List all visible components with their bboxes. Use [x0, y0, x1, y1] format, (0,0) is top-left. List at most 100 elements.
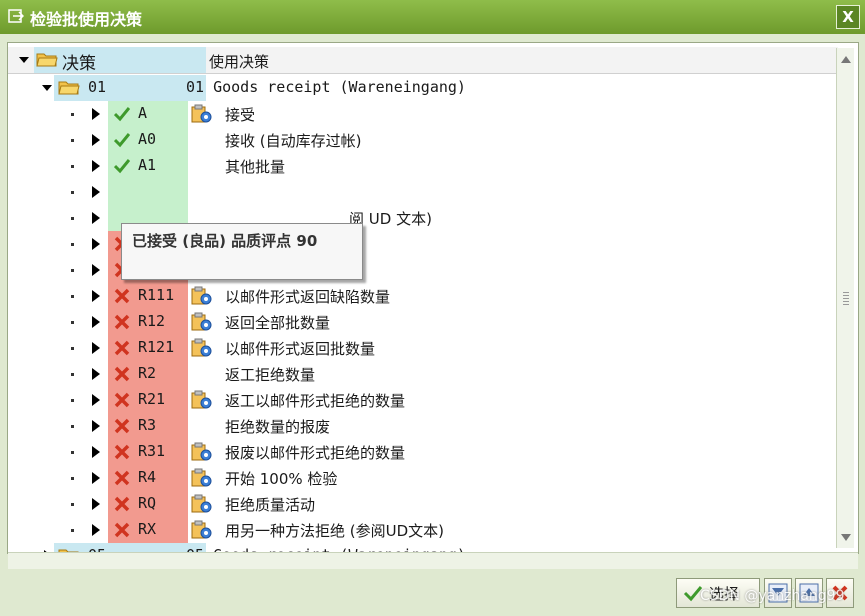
decision-row[interactable]: RQ 拒绝质量活动	[8, 491, 838, 517]
decision-code: A	[138, 104, 148, 122]
expand-icon[interactable]	[92, 212, 100, 224]
decision-row[interactable]: R2 返工拒绝数量	[8, 361, 838, 387]
tree-leaf-dot	[71, 347, 74, 350]
decision-row[interactable]: R121 以邮件形式返回批数量	[8, 335, 838, 361]
expand-icon[interactable]	[92, 316, 100, 328]
decision-row[interactable]: R3 拒绝数量的报废	[8, 413, 838, 439]
checkmark-icon	[114, 159, 130, 174]
tree-leaf-dot	[71, 139, 74, 142]
decision-text: 返工拒绝数量	[225, 366, 316, 384]
follow-up-action-icon	[191, 286, 212, 305]
decision-row[interactable]: RX 用另一种方法拒绝 (参阅UD文本)	[8, 517, 838, 543]
decision-text: 返回全部批数量	[225, 314, 331, 332]
scroll-down-icon[interactable]	[841, 534, 851, 541]
decision-text: 开始 100% 检验	[225, 470, 338, 488]
expand-icon[interactable]	[92, 160, 100, 172]
expand-icon[interactable]	[92, 472, 100, 484]
expand-icon[interactable]	[92, 134, 100, 146]
follow-up-action-icon	[191, 390, 212, 409]
reject-x-icon	[114, 444, 130, 460]
expand-icon[interactable]	[92, 290, 100, 302]
decision-row[interactable]: R21 返工以邮件形式拒绝的数量	[8, 387, 838, 413]
reject-x-icon	[114, 288, 130, 304]
decision-text: 以邮件形式返回批数量	[225, 340, 376, 358]
group-01-code: 01	[88, 78, 107, 96]
decision-code: R3	[138, 416, 157, 434]
expand-icon[interactable]	[92, 264, 100, 276]
tree-leaf-dot	[71, 191, 74, 194]
decision-text: 接受	[225, 106, 256, 124]
tree-leaf-dot	[71, 451, 74, 454]
open-folder-icon	[58, 81, 80, 95]
tree-leaf-dot	[71, 477, 74, 480]
decision-row[interactable]: A 接受	[8, 101, 838, 127]
expand-icon[interactable]	[92, 394, 100, 406]
tree-leaf-dot	[71, 243, 74, 246]
decision-code: A1	[138, 156, 157, 174]
reject-x-icon	[114, 314, 130, 330]
decision-code: A0	[138, 130, 157, 148]
follow-up-action-icon	[191, 104, 212, 123]
decision-code: R121	[138, 338, 175, 356]
group-01-row[interactable]: 01 01 Goods receipt (Wareneingang)	[8, 75, 838, 101]
header-col1-label[interactable]: 决策	[62, 49, 96, 74]
close-button[interactable]: X	[836, 5, 860, 29]
decision-row[interactable]: R111 以邮件形式返回缺陷数量	[8, 283, 838, 309]
scroll-up-icon[interactable]	[841, 56, 851, 63]
decision-text: 其他批量	[225, 158, 286, 176]
collapse-icon[interactable]	[42, 85, 52, 91]
decision-row[interactable]	[8, 179, 838, 205]
expand-icon[interactable]	[92, 524, 100, 536]
reject-x-icon	[114, 470, 130, 486]
decision-code: R12	[138, 312, 166, 330]
reject-x-icon	[114, 392, 130, 408]
follow-up-action-icon	[191, 442, 212, 461]
expand-icon[interactable]	[92, 342, 100, 354]
follow-up-action-icon	[191, 338, 212, 357]
decision-code: RQ	[138, 494, 157, 512]
tree-leaf-dot	[71, 165, 74, 168]
window-title: 检验批使用决策	[30, 10, 143, 29]
expand-icon[interactable]	[92, 238, 100, 250]
checkmark-icon	[114, 133, 130, 148]
decision-text: 报废以邮件形式拒绝的数量	[225, 444, 406, 462]
decision-code: R111	[138, 286, 175, 304]
collapse-icon[interactable]	[19, 57, 29, 63]
follow-up-action-icon	[191, 468, 212, 487]
expand-icon[interactable]	[92, 420, 100, 432]
decision-text: 拒绝质量活动	[225, 496, 316, 514]
decision-code: R2	[138, 364, 157, 382]
decision-code: RX	[138, 520, 157, 538]
header-col2-label[interactable]: 使用决策	[209, 51, 269, 72]
tree-leaf-dot	[71, 321, 74, 324]
reject-x-icon	[114, 366, 130, 382]
expand-icon[interactable]	[92, 368, 100, 380]
decision-text: 拒绝数量的报废	[225, 418, 331, 436]
tree-header: 决策 使用决策	[8, 47, 838, 74]
decision-text: 以邮件形式返回缺陷数量	[225, 288, 391, 306]
expand-icon[interactable]	[92, 446, 100, 458]
tree-leaf-dot	[71, 399, 74, 402]
group-01-text: 01 Goods receipt (Wareneingang)	[186, 78, 466, 96]
follow-up-action-icon	[191, 494, 212, 513]
title-bar: 检验批使用决策 X	[0, 0, 865, 35]
decision-row[interactable]: A0 接收 (自动库存过帐)	[8, 127, 838, 153]
expand-icon[interactable]	[92, 108, 100, 120]
decision-code: R4	[138, 468, 157, 486]
decision-row[interactable]: A1 其他批量	[8, 153, 838, 179]
decision-tree[interactable]: 决策 使用决策 01 01 Goods receipt (Wareneingan…	[7, 42, 859, 554]
expand-icon[interactable]	[92, 498, 100, 510]
tree-leaf-dot	[71, 425, 74, 428]
decision-row[interactable]: R31 报废以邮件形式拒绝的数量	[8, 439, 838, 465]
decision-text: 接收 (自动库存过帐)	[225, 132, 362, 150]
tree-leaf-dot	[71, 217, 74, 220]
decision-row[interactable]: R12 返回全部批数量	[8, 309, 838, 335]
reject-x-icon	[114, 418, 130, 434]
horizontal-scrollbar[interactable]	[8, 552, 858, 569]
decision-row[interactable]: R4 开始 100% 检验	[8, 465, 838, 491]
decision-code: R21	[138, 390, 166, 408]
scroll-grip-icon[interactable]	[843, 292, 849, 306]
follow-up-action-icon	[191, 520, 212, 539]
expand-icon[interactable]	[92, 186, 100, 198]
reject-x-icon	[114, 496, 130, 512]
